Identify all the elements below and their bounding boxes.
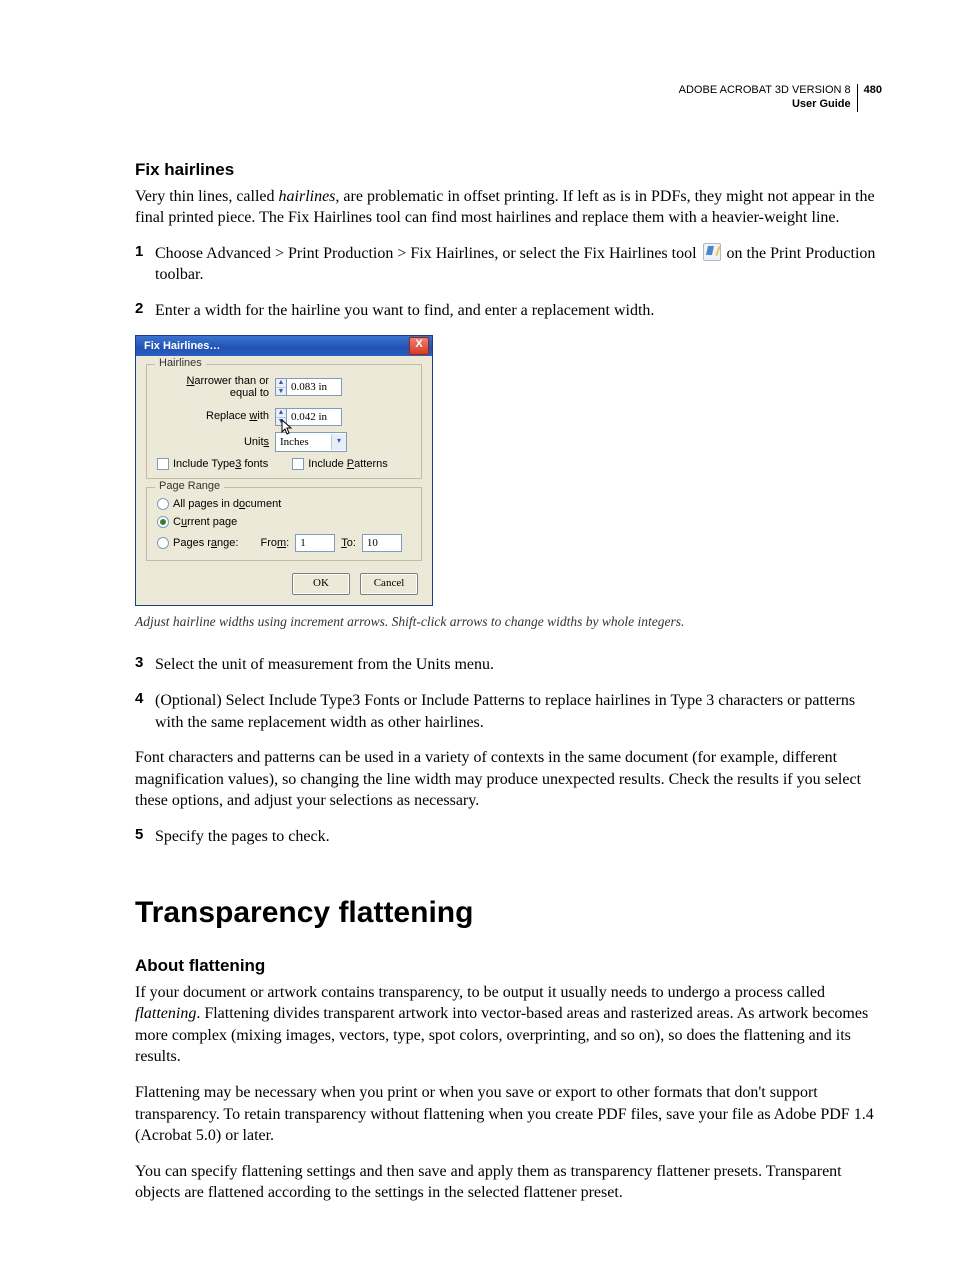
step-4: 4 (Optional) Select Include Type3 Fonts …: [135, 690, 882, 733]
step-number: 2: [135, 300, 147, 322]
narrower-spinner[interactable]: ▲▼: [275, 378, 342, 396]
replace-label: Replace with: [157, 410, 269, 422]
dialog-titlebar[interactable]: Fix Hairlines… X: [136, 336, 432, 356]
page-range-group: Page Range All pages in document Current…: [146, 487, 422, 561]
to-label: To:: [341, 537, 356, 549]
include-type3-checkbox[interactable]: Include Type3 fonts: [157, 458, 268, 470]
checkbox-icon: [157, 458, 169, 470]
step-number: 1: [135, 243, 147, 286]
units-label: Units: [157, 436, 269, 448]
step-5: 5 Specify the pages to check.: [135, 826, 882, 848]
fix-hairlines-tool-icon: [703, 243, 721, 261]
spinner-down-icon[interactable]: ▼: [276, 417, 286, 426]
cancel-button[interactable]: Cancel: [360, 573, 418, 595]
pages-range-radio[interactable]: Pages range:: [157, 537, 238, 549]
ok-button[interactable]: OK: [292, 573, 350, 595]
body-paragraph: Very thin lines, called hairlines, are p…: [135, 186, 882, 229]
step-number: 4: [135, 690, 147, 733]
section-heading-fix-hairlines: Fix hairlines: [135, 160, 882, 180]
document-page: ADOBE ACROBAT 3D VERSION 8 User Guide 48…: [0, 0, 954, 1278]
from-label: From:: [260, 537, 289, 549]
page-number: 480: [858, 84, 882, 112]
step-1: 1 Choose Advanced > Print Production > F…: [135, 243, 882, 286]
dialog-screenshot: Fix Hairlines… X Hairlines Narrower than…: [135, 335, 882, 606]
to-input[interactable]: [362, 534, 402, 552]
checkbox-label: Include Patterns: [308, 458, 388, 470]
step-number: 5: [135, 826, 147, 848]
radio-label: Pages range:: [173, 537, 238, 549]
figure-caption: Adjust hairline widths using increment a…: [135, 614, 882, 630]
units-dropdown[interactable]: Inches ▾: [275, 432, 347, 452]
dialog-title: Fix Hairlines…: [144, 340, 409, 352]
spinner-down-icon[interactable]: ▼: [276, 387, 286, 396]
dropdown-arrow-icon[interactable]: ▾: [331, 434, 346, 450]
step-number: 3: [135, 654, 147, 676]
narrower-label: Narrower than or equal to: [157, 375, 269, 399]
spinner-up-icon[interactable]: ▲: [276, 409, 286, 417]
body-paragraph: Font characters and patterns can be used…: [135, 747, 882, 812]
all-pages-radio[interactable]: All pages in document: [157, 498, 281, 510]
radio-icon: [157, 498, 169, 510]
section-heading-about-flattening: About flattening: [135, 956, 882, 976]
step-2: 2 Enter a width for the hairline you wan…: [135, 300, 882, 322]
checkbox-icon: [292, 458, 304, 470]
spinner-buttons[interactable]: ▲▼: [275, 378, 286, 396]
spinner-buttons[interactable]: ▲▼: [275, 408, 286, 426]
product-name: ADOBE ACROBAT 3D VERSION 8: [679, 84, 851, 98]
replace-spinner[interactable]: ▲▼: [275, 408, 342, 426]
group-legend: Page Range: [155, 480, 224, 492]
term-hairlines: hairlines,: [279, 188, 340, 205]
body-paragraph: If your document or artwork contains tra…: [135, 982, 882, 1068]
hairlines-group: Hairlines Narrower than or equal to ▲▼ R…: [146, 364, 422, 479]
radio-label: All pages in document: [173, 498, 281, 510]
from-input[interactable]: [295, 534, 335, 552]
checkbox-label: Include Type3 fonts: [173, 458, 268, 470]
doc-title: User Guide: [679, 98, 851, 112]
units-value: Inches: [276, 436, 331, 448]
close-button[interactable]: X: [409, 337, 429, 355]
running-header: ADOBE ACROBAT 3D VERSION 8 User Guide 48…: [135, 84, 882, 112]
narrower-input[interactable]: [286, 378, 342, 396]
chapter-heading-transparency-flattening: Transparency flattening: [135, 896, 882, 930]
body-paragraph: You can specify flattening settings and …: [135, 1161, 882, 1204]
radio-icon: [157, 516, 169, 528]
term-flattening: flattening: [135, 1005, 196, 1022]
include-patterns-checkbox[interactable]: Include Patterns: [292, 458, 388, 470]
radio-label: Current page: [173, 516, 237, 528]
fix-hairlines-dialog: Fix Hairlines… X Hairlines Narrower than…: [135, 335, 433, 606]
replace-input[interactable]: [286, 408, 342, 426]
current-page-radio[interactable]: Current page: [157, 516, 237, 528]
spinner-up-icon[interactable]: ▲: [276, 379, 286, 387]
radio-icon: [157, 537, 169, 549]
group-legend: Hairlines: [155, 357, 206, 369]
body-paragraph: Flattening may be necessary when you pri…: [135, 1082, 882, 1147]
step-3: 3 Select the unit of measurement from th…: [135, 654, 882, 676]
